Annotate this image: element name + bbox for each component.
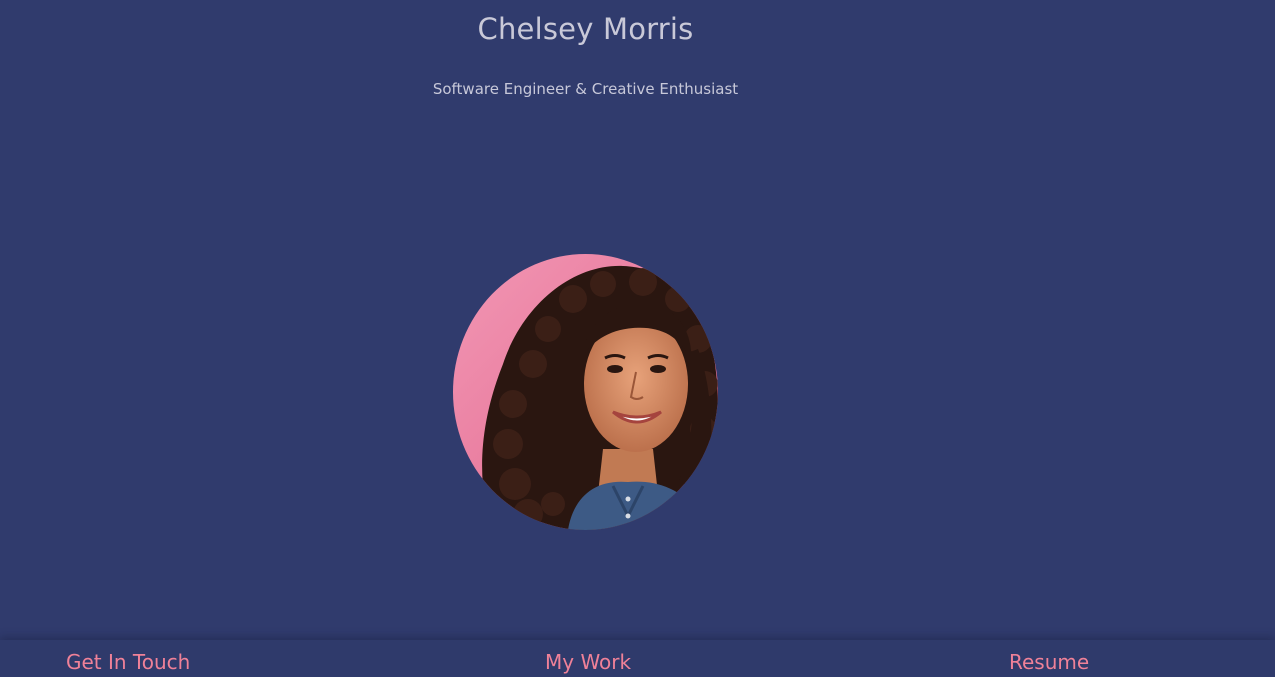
- landing-page: Chelsey Morris Software Engineer & Creat…: [0, 0, 1275, 677]
- bottom-nav: Get In Touch My Work Resume: [0, 640, 1275, 677]
- resume-link[interactable]: Resume: [1009, 650, 1089, 674]
- page-title: Chelsey Morris: [477, 12, 694, 46]
- profile-photo-image: [453, 254, 718, 530]
- profile-photo: [453, 254, 718, 530]
- my-work-link[interactable]: My Work: [545, 650, 631, 674]
- tagline: Software Engineer & Creative Enthusiast: [432, 80, 739, 98]
- get-in-touch-link[interactable]: Get In Touch: [66, 650, 190, 674]
